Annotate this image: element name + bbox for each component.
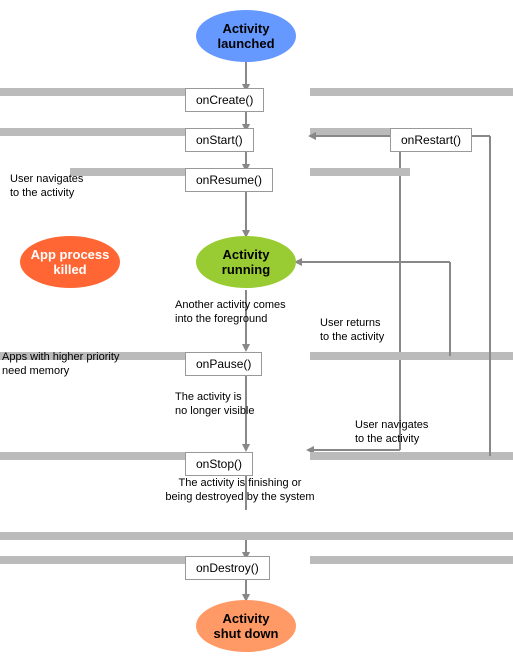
app-process-killed-node: App processkilled xyxy=(20,236,120,288)
onresume-box: onResume() xyxy=(185,168,273,192)
onpause-label: onPause() xyxy=(196,357,251,371)
apps-priority-label: Apps with higher priorityneed memory xyxy=(2,350,152,379)
another-activity-label: Another activity comesinto the foregroun… xyxy=(175,298,335,327)
onstop-box: onStop() xyxy=(185,452,253,476)
activity-launched-label: Activitylaunched xyxy=(217,21,274,51)
oncreate-label: onCreate() xyxy=(196,93,253,107)
onstart-label: onStart() xyxy=(196,133,243,147)
onpause-box: onPause() xyxy=(185,352,262,376)
lifecycle-diagram: Activitylaunched onCreate() onStart() on… xyxy=(0,0,513,663)
onstop-label: onStop() xyxy=(196,457,242,471)
user-returns-label: User returnsto the activity xyxy=(320,316,450,345)
separator-bar xyxy=(0,532,513,540)
ondestroy-label: onDestroy() xyxy=(196,561,259,575)
oncreate-box: onCreate() xyxy=(185,88,264,112)
apps-priority-text: Apps with higher priorityneed memory xyxy=(2,351,119,377)
activity-running-node: Activityrunning xyxy=(196,236,296,288)
another-activity-text: Another activity comesinto the foregroun… xyxy=(175,299,286,325)
user-navigates-text: User navigatesto the activity xyxy=(10,173,83,199)
no-longer-visible-text: The activity isno longer visible xyxy=(175,391,255,417)
no-longer-visible-label: The activity isno longer visible xyxy=(175,390,335,419)
activity-shut-down-label: Activityshut down xyxy=(214,611,279,641)
user-navigates2-text: User navigatesto the activity xyxy=(355,419,428,445)
finishing-text: The activity is finishing orbeing destro… xyxy=(165,477,314,503)
finishing-label: The activity is finishing orbeing destro… xyxy=(130,476,350,505)
activity-launched-node: Activitylaunched xyxy=(196,10,296,62)
onrestart-box: onRestart() xyxy=(390,128,472,152)
activity-shut-down-node: Activityshut down xyxy=(196,600,296,652)
onstart-box: onStart() xyxy=(185,128,254,152)
onrestart-label: onRestart() xyxy=(401,133,461,147)
app-process-killed-label: App processkilled xyxy=(31,247,110,277)
ondestroy-box: onDestroy() xyxy=(185,556,270,580)
onresume-label: onResume() xyxy=(196,173,262,187)
user-navigates2-label: User navigatesto the activity xyxy=(355,418,500,447)
activity-running-label: Activityrunning xyxy=(222,247,270,277)
user-returns-text: User returnsto the activity xyxy=(320,317,384,343)
user-navigates-label: User navigatesto the activity xyxy=(10,172,140,201)
